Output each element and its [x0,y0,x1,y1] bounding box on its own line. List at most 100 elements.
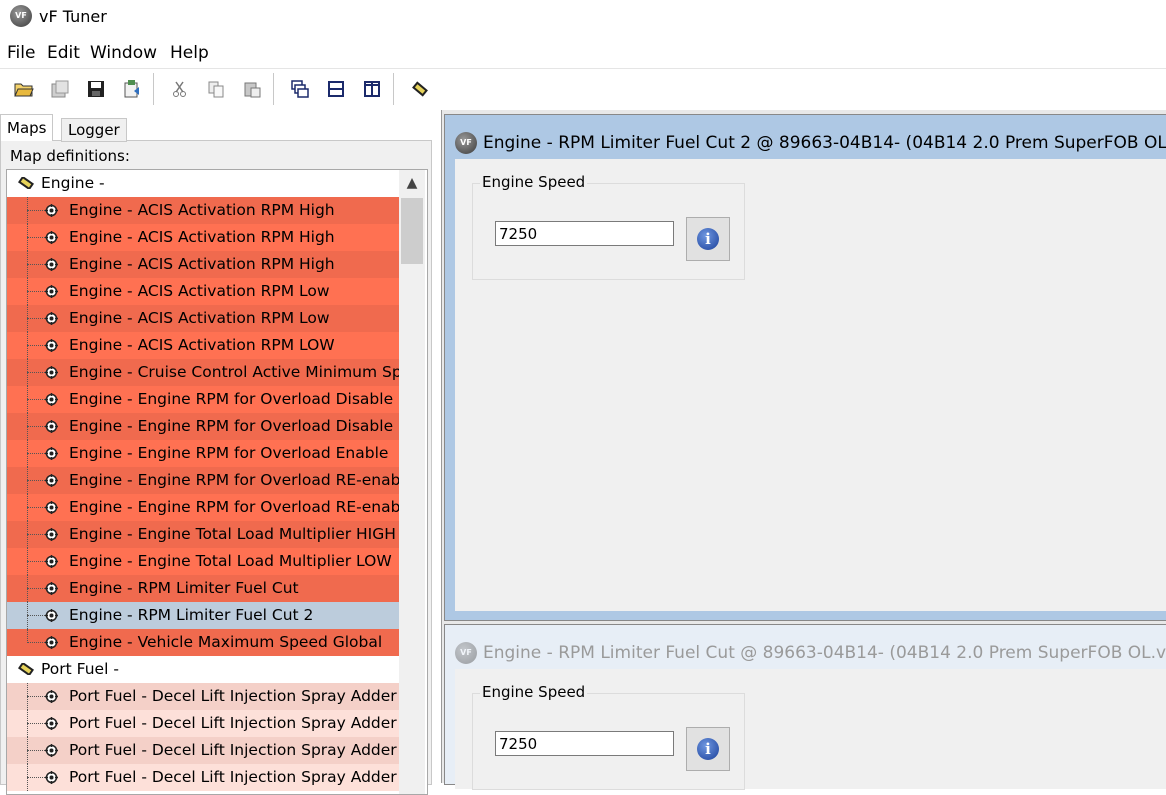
map-gear-icon [45,474,58,487]
map-window-inactive[interactable]: VF Engine - RPM Limiter Fuel Cut @ 89663-… [444,624,1166,790]
tree-item[interactable]: Port Fuel - Decel Lift Injection Spray A… [7,737,399,764]
tree-item-label: Engine - RPM Limiter Fuel Cut 2 [69,606,314,624]
map-gear-icon [45,690,58,703]
map-gear-icon [45,312,58,325]
menu-bar: File Edit Window Help [0,40,1166,66]
map-gear-icon [45,447,58,460]
tree-item[interactable]: Port Fuel - Decel Lift Injection Spray A… [7,710,399,737]
tree-group[interactable]: Port Fuel - [7,656,399,683]
map-gear-icon [45,258,58,271]
tree-item[interactable]: Engine - ACIS Activation RPM High [7,224,399,251]
import-icon[interactable] [120,77,144,101]
map-gear-icon [45,717,58,730]
tree-item[interactable]: Engine - Engine RPM for Overload Disable… [7,413,399,440]
menu-help[interactable]: Help [170,43,209,63]
tree-item[interactable]: Engine - ACIS Activation RPM Low [7,305,399,332]
tree-item[interactable]: Engine - ACIS Activation RPM Low [7,278,399,305]
info-icon: i [697,738,719,760]
tree-item-label: Port Fuel - Decel Lift Injection Spray A… [69,741,399,759]
tree-item[interactable]: Engine - ACIS Activation RPM High [7,251,399,278]
cut-icon[interactable] [168,77,192,101]
tab-logger[interactable]: Logger [61,118,127,142]
tree-item[interactable]: Port Fuel - Decel Lift Injection Spray A… [7,683,399,710]
info-button[interactable]: i [686,217,730,261]
scroll-thumb[interactable] [401,198,423,264]
map-gear-icon [45,528,58,541]
tree-item-label: Engine - ACIS Activation RPM Low [69,309,330,327]
menu-window[interactable]: Window [90,43,157,63]
map-window-active[interactable]: VF Engine - RPM Limiter Fuel Cut 2 @ 8966… [444,114,1166,621]
save-icon[interactable] [84,77,108,101]
vf-logo-icon: VF [10,5,32,27]
group-title: Engine Speed [480,173,588,191]
toolbar-separator [273,73,274,105]
tree-item-label: Engine - Engine RPM for Overload Disable… [69,417,399,435]
tree-group[interactable]: Engine - [7,170,399,197]
tab-maps[interactable]: Maps [0,114,54,141]
tree-item-label: Port Fuel - Decel Lift Injection Spray A… [69,687,399,705]
tree-item-label: Engine - ACIS Activation RPM High [69,201,335,219]
vf-logo-icon: VF [455,642,477,664]
tree-item[interactable]: Engine - Engine RPM for Overload Enable [7,440,399,467]
open-folder-icon[interactable] [12,77,36,101]
tree-item-label: Port Fuel - Decel Lift Injection Spray A… [69,714,399,732]
tree-item[interactable]: Engine - ACIS Activation RPM High [7,197,399,224]
scroll-up-icon[interactable]: ▲ [399,170,425,196]
tree-item[interactable]: Engine - Engine Total Load Multiplier HI… [7,521,399,548]
save-as-icon[interactable] [48,77,72,101]
map-gear-icon [45,420,58,433]
map-group-icon [18,663,34,675]
info-icon: i [697,228,719,250]
tree-item[interactable]: Engine - Vehicle Maximum Speed Global [7,629,399,656]
tree-group-label: Port Fuel - [41,660,119,678]
map-gear-icon [45,771,58,784]
tree-item[interactable]: Engine - ACIS Activation RPM LOW [7,332,399,359]
tree-item[interactable]: Engine - Engine Total Load Multiplier LO… [7,548,399,575]
menu-file[interactable]: File [7,43,35,63]
left-panel: Maps Logger Map definitions: Port Fuel -… [0,110,440,795]
engine-speed-input[interactable]: 7250 [495,731,674,756]
tree-connector [27,629,28,643]
tree-item-label: Engine - ACIS Activation RPM High [69,255,335,273]
window-title: Engine - RPM Limiter Fuel Cut @ 89663-04… [483,643,1166,663]
map-gear-icon [45,609,58,622]
cascade-icon[interactable] [288,77,312,101]
paste-icon[interactable] [240,77,264,101]
map-gear-icon [45,231,58,244]
tree-item-label: Engine - Engine Total Load Multiplier LO… [69,552,392,570]
map-gear-icon [45,366,58,379]
map-gear-icon [45,636,58,649]
map-definitions-tree: Port Fuel - Decel Lift Injection Spray A… [6,169,428,795]
info-button[interactable]: i [686,727,730,771]
window-title: Engine - RPM Limiter Fuel Cut 2 @ 89663-… [483,133,1166,153]
engine-speed-input[interactable]: 7250 [495,221,674,246]
tree-item[interactable]: Engine - Cruise Control Active Minimum S… [7,359,399,386]
vf-logo-icon: VF [455,132,477,154]
tree-item-label: Engine - ACIS Activation RPM LOW [69,336,335,354]
tile-horizontal-icon[interactable] [324,77,348,101]
map-gear-icon [45,339,58,352]
tree-item[interactable]: Engine - Engine RPM for Overload Disable [7,386,399,413]
map-gear-icon [45,744,58,757]
menu-edit[interactable]: Edit [47,43,80,63]
tree-item-label: Engine - Engine Total Load Multiplier HI… [69,525,396,543]
tree-item[interactable]: Engine - Engine RPM for Overload RE-enab… [7,494,399,521]
tree-item[interactable]: Port Fuel - Decel Lift Injection Spray A… [7,764,399,791]
copy-icon[interactable] [204,77,228,101]
tree-item[interactable]: Engine - RPM Limiter Fuel Cut 2 [7,602,399,629]
ecu-chip-icon[interactable] [408,77,432,101]
tree-item-label: Engine - Engine RPM for Overload RE-enab… [69,471,399,489]
tree-item-label: Engine - Vehicle Maximum Speed Global [69,633,383,651]
toolbar-separator [153,73,154,105]
tree-scrollbar[interactable]: ▲ [399,170,425,794]
map-gear-icon [45,285,58,298]
map-gear-icon [45,582,58,595]
map-definitions-caption: Map definitions: [10,147,130,165]
map-gear-icon [45,393,58,406]
tree-item[interactable]: Engine - Engine RPM for Overload RE-enab… [7,467,399,494]
tree-item-label: Engine - Engine RPM for Overload Disable [69,390,394,408]
tree-item-label: Engine - RPM Limiter Fuel Cut [69,579,299,597]
tile-vertical-icon[interactable] [360,77,384,101]
tree-item[interactable]: Engine - RPM Limiter Fuel Cut [7,575,399,602]
tree-item-label: Engine - Cruise Control Active Minimum S… [69,363,399,381]
